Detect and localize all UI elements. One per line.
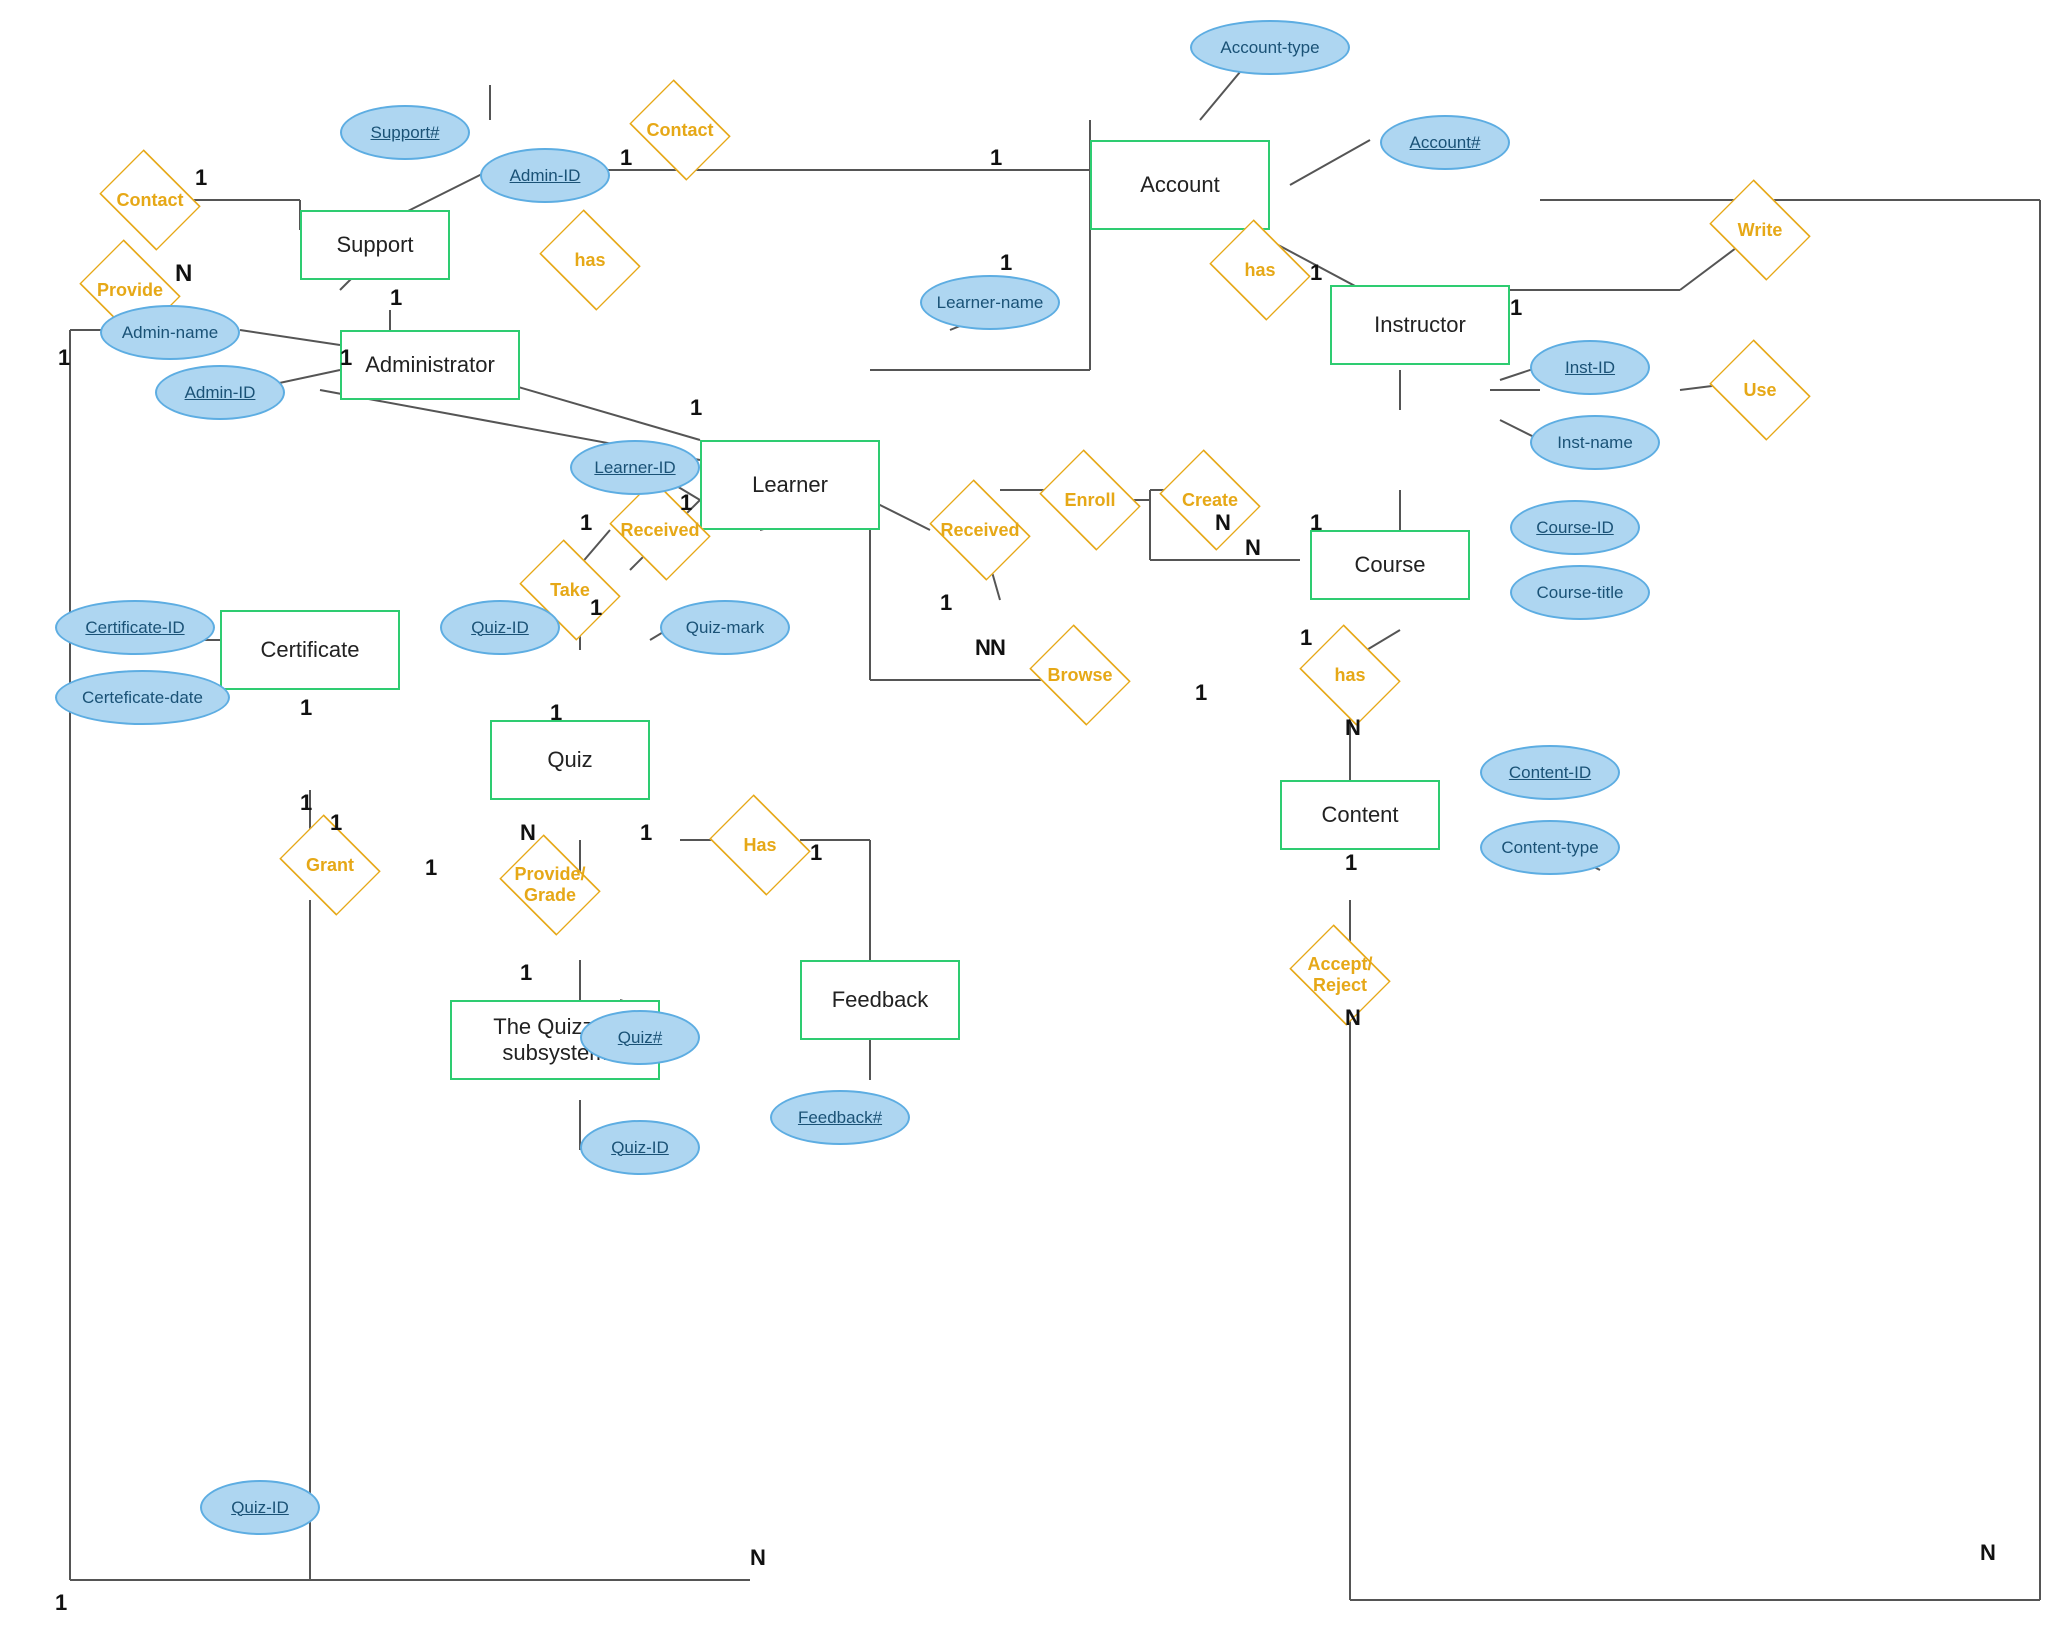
- rel-has-account-instructor: has: [1200, 235, 1320, 305]
- entity-administrator: Administrator: [340, 330, 520, 400]
- card-N-received-right: N: [975, 635, 991, 661]
- card-1-create-right: 1: [1310, 510, 1322, 536]
- rel-has-account-learner: has: [530, 225, 650, 295]
- attr-feedback-hash: Feedback#: [770, 1090, 910, 1145]
- card-N-border-bottom-left: N: [750, 1545, 766, 1571]
- attr-certificate-id: Certificate-ID: [55, 600, 215, 655]
- card-1-grant-right: 1: [425, 855, 437, 881]
- card-1-take-bottom: 1: [550, 700, 562, 726]
- rel-use: Use: [1700, 355, 1820, 425]
- card-N-create-left: N: [1245, 535, 1261, 561]
- er-diagram: Account Support Administrator Learner In…: [0, 0, 2059, 1632]
- card-N-accept-bottom: N: [1345, 1005, 1361, 1031]
- rel-contact-left: Contact: [90, 165, 210, 235]
- card-1-accept-top: 1: [1345, 850, 1357, 876]
- card-1-admin-right: 1: [340, 345, 352, 371]
- entity-content: Content: [1280, 780, 1440, 850]
- attr-course-title: Course-title: [1510, 565, 1650, 620]
- card-1-received-left-top: 1: [680, 490, 692, 516]
- attr-content-id: Content-ID: [1480, 745, 1620, 800]
- rel-browse: Browse: [1020, 640, 1140, 710]
- card-1-instructor-left: 1: [1310, 260, 1322, 286]
- rel-provide-grade: Provide/ Grade: [490, 850, 610, 920]
- card-N-provide: N: [175, 260, 192, 288]
- card-1-grant-top: 1: [330, 810, 342, 836]
- entity-account: Account: [1090, 140, 1270, 230]
- card-1-received-left-bottom: 1: [590, 595, 602, 621]
- entity-feedback: Feedback: [800, 960, 960, 1040]
- card-1-contact-top-right: 1: [990, 145, 1002, 171]
- attr-admin-id-admin: Admin-ID: [155, 365, 285, 420]
- card-N-course-content: N: [1345, 715, 1361, 741]
- attr-support-hash: Support#: [340, 105, 470, 160]
- card-1-browse-right: 1: [1195, 680, 1207, 706]
- card-N-browse: N: [990, 635, 1006, 661]
- card-N-provide-grade-top: N: [520, 820, 536, 846]
- card-1-has-top: 1: [1300, 625, 1312, 651]
- attr-inst-id: Inst-ID: [1530, 340, 1650, 395]
- card-1-support-bottom: 1: [390, 285, 402, 311]
- attr-course-id: Course-ID: [1510, 500, 1640, 555]
- card-1-cert-bottom: 1: [300, 790, 312, 816]
- card-1-learner-top: 1: [1000, 250, 1012, 276]
- card-N-border-bottom-right: N: [1980, 1540, 1996, 1566]
- attr-learner-id: Learner-ID: [570, 440, 700, 495]
- entity-learner: Learner: [700, 440, 880, 530]
- card-1-received-right-bottom: 1: [940, 590, 952, 616]
- card-1-has-qf-left: 1: [640, 820, 652, 846]
- attr-content-type: Content-type: [1480, 820, 1620, 875]
- attr-quiz-id-lowest: Quiz-ID: [200, 1480, 320, 1535]
- attr-quiz-hash: Quiz#: [580, 1010, 700, 1065]
- card-1-provide-grade-bottom: 1: [520, 960, 532, 986]
- rel-grant: Grant: [270, 830, 390, 900]
- rel-accept-reject: Accept/ Reject: [1280, 940, 1400, 1010]
- attr-quiz-id-bottom: Quiz-ID: [580, 1120, 700, 1175]
- card-1-contact-top-left: 1: [620, 145, 632, 171]
- card-1-contact-left-top: 1: [195, 165, 207, 191]
- entity-certificate: Certificate: [220, 610, 400, 690]
- attr-account-hash: Account#: [1380, 115, 1510, 170]
- entity-course: Course: [1310, 530, 1470, 600]
- rel-enroll: Enroll: [1030, 465, 1150, 535]
- attr-admin-name: Admin-name: [100, 305, 240, 360]
- attr-admin-id-support: Admin-ID: [480, 148, 610, 203]
- entity-quiz: Quiz: [490, 720, 650, 800]
- rel-create: Create: [1150, 465, 1270, 535]
- card-1-instructor-right: 1: [1510, 295, 1522, 321]
- rel-contact-top: Contact: [620, 95, 740, 165]
- card-1-learner-left: 1: [690, 395, 702, 421]
- card-1-cert-top: 1: [300, 695, 312, 721]
- rel-write: Write: [1700, 195, 1820, 265]
- entity-instructor: Instructor: [1330, 285, 1510, 365]
- attr-inst-name: Inst-name: [1530, 415, 1660, 470]
- card-1-border-bottom: 1: [55, 1590, 67, 1616]
- card-1-take-top: 1: [580, 510, 592, 536]
- attr-learner-name: Learner-name: [920, 275, 1060, 330]
- card-1-has-qf-right: 1: [810, 840, 822, 866]
- attr-account-type: Account-type: [1190, 20, 1350, 75]
- card-1-admin-left: 1: [58, 345, 70, 371]
- attr-quiz-mark: Quiz-mark: [660, 600, 790, 655]
- card-N-enroll-right: N: [1215, 510, 1231, 536]
- attr-quiz-id-top: Quiz-ID: [440, 600, 560, 655]
- rel-received-right: Received: [920, 495, 1040, 565]
- entity-support: Support: [300, 210, 450, 280]
- attr-certificate-date: Certeficate-date: [55, 670, 230, 725]
- rel-has-quiz-feedback: Has: [700, 810, 820, 880]
